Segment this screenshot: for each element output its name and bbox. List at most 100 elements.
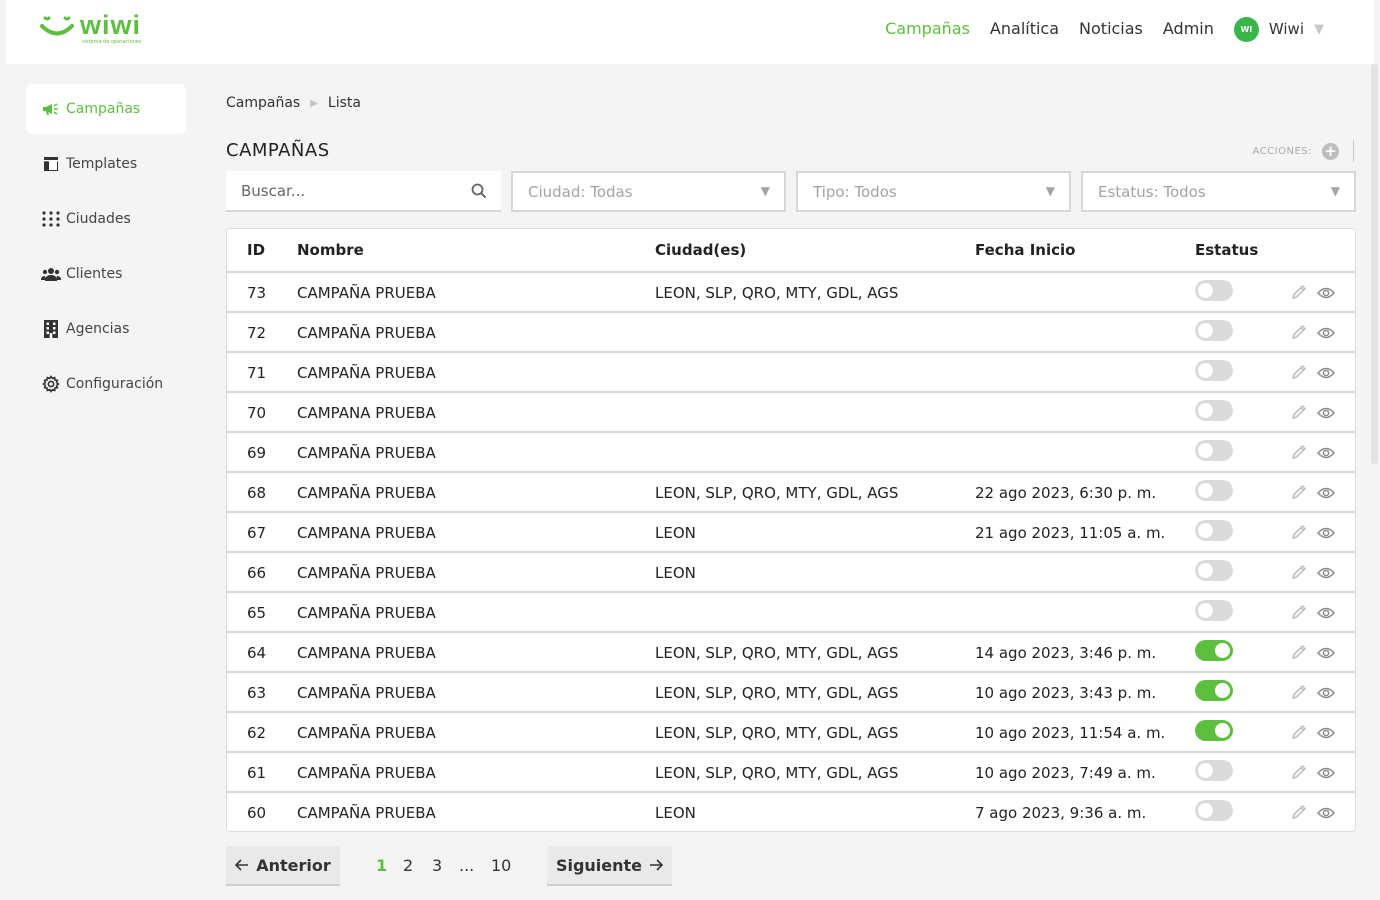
cell-id: 73 xyxy=(247,284,267,302)
column-header-estatus: Estatus xyxy=(1195,241,1259,259)
table-row[interactable]: 65 CAMPAÑA PRUEBA xyxy=(227,593,1355,633)
topnav-noticias[interactable]: Noticias xyxy=(1079,16,1143,42)
status-toggle[interactable] xyxy=(1195,360,1233,381)
page-number-1[interactable]: 1 xyxy=(376,856,387,875)
search-input[interactable] xyxy=(226,171,466,210)
table-row[interactable]: 60 CAMPAÑA PRUEBA LEON 7 ago 2023, 9:36 a. … xyxy=(227,793,1355,833)
sidebar-item-templates[interactable]: Templates xyxy=(26,139,186,189)
cell-fecha: 7 ago 2023, 9:36 a. m. xyxy=(975,804,1147,822)
add-campaign-button[interactable]: + xyxy=(1322,142,1339,160)
pencil-icon[interactable] xyxy=(1291,684,1307,704)
table-row[interactable]: 73 CAMPAÑA PRUEBA LEON, SLP, QRO, MTY, GDL… xyxy=(227,273,1355,313)
status-toggle[interactable] xyxy=(1195,680,1233,701)
table-row[interactable]: 70 CAMPANA PRUEBA xyxy=(227,393,1355,433)
eye-icon[interactable] xyxy=(1317,765,1335,784)
status-toggle[interactable] xyxy=(1195,560,1233,581)
next-page-button[interactable]: Siguiente xyxy=(547,846,672,886)
status-toggle[interactable] xyxy=(1195,280,1233,301)
table-row[interactable]: 71 CAMPAÑA PRUEBA xyxy=(227,353,1355,393)
table-row[interactable]: 72 CAMPAÑA PRUEBA xyxy=(227,313,1355,353)
sidebar-item-agencias[interactable]: Agencias xyxy=(26,304,186,354)
tipo-filter-select[interactable]: Tipo: Todos ▼ xyxy=(796,171,1071,212)
pencil-icon[interactable] xyxy=(1291,724,1307,744)
status-toggle[interactable] xyxy=(1195,720,1233,741)
status-toggle[interactable] xyxy=(1195,400,1233,421)
status-toggle[interactable] xyxy=(1195,760,1233,781)
pencil-icon[interactable] xyxy=(1291,524,1307,544)
pencil-icon[interactable] xyxy=(1291,644,1307,664)
cell-ciudades: LEON, SLP, QRO, MTY, GDL, AGS xyxy=(655,284,899,302)
eye-icon[interactable] xyxy=(1317,565,1335,584)
pencil-icon[interactable] xyxy=(1291,484,1307,504)
pencil-icon[interactable] xyxy=(1291,284,1307,304)
campaigns-table: ID Nombre Ciudad(es) Fecha Inicio Estatu… xyxy=(226,228,1356,832)
arrow-left-icon xyxy=(235,859,249,871)
pencil-icon[interactable] xyxy=(1291,604,1307,624)
eye-icon[interactable] xyxy=(1317,485,1335,504)
eye-icon[interactable] xyxy=(1317,325,1335,344)
eye-icon[interactable] xyxy=(1317,445,1335,464)
ciudad-filter-select[interactable]: Ciudad: Todas ▼ xyxy=(511,171,786,212)
table-row[interactable]: 68 CAMPAÑA PRUEBA LEON, SLP, QRO, MTY, GDL… xyxy=(227,473,1355,513)
topnav-analitica[interactable]: Analítica xyxy=(990,16,1059,42)
page-number-10[interactable]: 10 xyxy=(491,856,511,875)
pencil-icon[interactable] xyxy=(1291,804,1307,824)
breadcrumb-campanas[interactable]: Campañas xyxy=(226,95,300,111)
table-row[interactable]: 61 CAMPAÑA PRUEBA LEON, SLP, QRO, MTY, GDL… xyxy=(227,753,1355,793)
pencil-icon[interactable] xyxy=(1291,324,1307,344)
estatus-filter-select[interactable]: Estatus: Todos ▼ xyxy=(1081,171,1356,212)
cell-ciudades: LEON, SLP, QRO, MTY, GDL, AGS xyxy=(655,484,899,502)
user-name[interactable]: Wiwi xyxy=(1269,20,1304,38)
status-toggle[interactable] xyxy=(1195,800,1233,821)
cell-nombre: CAMPAÑA PRUEBA xyxy=(297,564,436,582)
table-row[interactable]: 66 CAMPAÑA PRUEBA LEON xyxy=(227,553,1355,593)
user-menu[interactable]: WI Wiwi ▼ xyxy=(1233,16,1324,42)
arrow-right-icon xyxy=(650,859,664,871)
eye-icon[interactable] xyxy=(1317,365,1335,384)
status-toggle[interactable] xyxy=(1195,480,1233,501)
pencil-icon[interactable] xyxy=(1291,364,1307,384)
table-row[interactable]: 69 CAMPAÑA PRUEBA xyxy=(227,433,1355,473)
page-number-2[interactable]: 2 xyxy=(403,856,413,875)
eye-icon[interactable] xyxy=(1317,605,1335,624)
sidebar-item-configuracion[interactable]: Configuración xyxy=(26,359,186,409)
topnav-admin[interactable]: Admin xyxy=(1163,16,1214,42)
wiwi-logo[interactable]: wiwi sistema de operaciones xyxy=(40,10,160,45)
pencil-icon[interactable] xyxy=(1291,564,1307,584)
eye-icon[interactable] xyxy=(1317,405,1335,424)
cell-ciudades: LEON xyxy=(655,564,696,582)
sidebar: Campañas Templates Ciudades Clientes Age… xyxy=(26,84,186,414)
status-toggle[interactable] xyxy=(1195,320,1233,341)
table-row[interactable]: 67 CAMPANA PRUEBA LEON 21 ago 2023, 11:05 a… xyxy=(227,513,1355,553)
sidebar-item-ciudades[interactable]: Ciudades xyxy=(26,194,186,244)
eye-icon[interactable] xyxy=(1317,685,1335,704)
table-row[interactable]: 62 CAMPAÑA PRUEBA LEON, SLP, QRO, MTY, GDL… xyxy=(227,713,1355,753)
sidebar-item-clientes[interactable]: Clientes xyxy=(26,249,186,299)
eye-icon[interactable] xyxy=(1317,725,1335,744)
previous-page-button[interactable]: Anterior xyxy=(226,846,340,886)
pencil-icon[interactable] xyxy=(1291,764,1307,784)
sidebar-item-campanas[interactable]: Campañas xyxy=(26,84,186,134)
page-scrollbar[interactable] xyxy=(1371,64,1378,464)
status-toggle[interactable] xyxy=(1195,640,1233,661)
page-number-3[interactable]: 3 xyxy=(432,856,442,875)
status-toggle[interactable] xyxy=(1195,520,1233,541)
cell-nombre: CAMPAÑA PRUEBA xyxy=(297,444,436,462)
eye-icon[interactable] xyxy=(1317,805,1335,824)
chevron-down-icon[interactable]: ▼ xyxy=(1314,22,1324,37)
pencil-icon[interactable] xyxy=(1291,444,1307,464)
topnav-campanas[interactable]: Campañas xyxy=(885,16,970,42)
pencil-icon[interactable] xyxy=(1291,404,1307,424)
status-toggle[interactable] xyxy=(1195,440,1233,461)
eye-icon[interactable] xyxy=(1317,645,1335,664)
table-row[interactable]: 63 CAMPAÑA PRUEBA LEON, SLP, QRO, MTY, GDL… xyxy=(227,673,1355,713)
eye-icon[interactable] xyxy=(1317,525,1335,544)
cell-ciudades: LEON xyxy=(655,804,696,822)
eye-icon[interactable] xyxy=(1317,285,1335,304)
table-row[interactable]: 64 CAMPANA PRUEBA LEON, SLP, QRO, MTY, GDL… xyxy=(227,633,1355,673)
sidebar-item-label: Clientes xyxy=(66,266,123,282)
status-toggle[interactable] xyxy=(1195,600,1233,621)
megaphone-icon xyxy=(41,99,61,119)
avatar[interactable]: WI xyxy=(1233,16,1259,42)
search-icon[interactable] xyxy=(471,183,487,199)
